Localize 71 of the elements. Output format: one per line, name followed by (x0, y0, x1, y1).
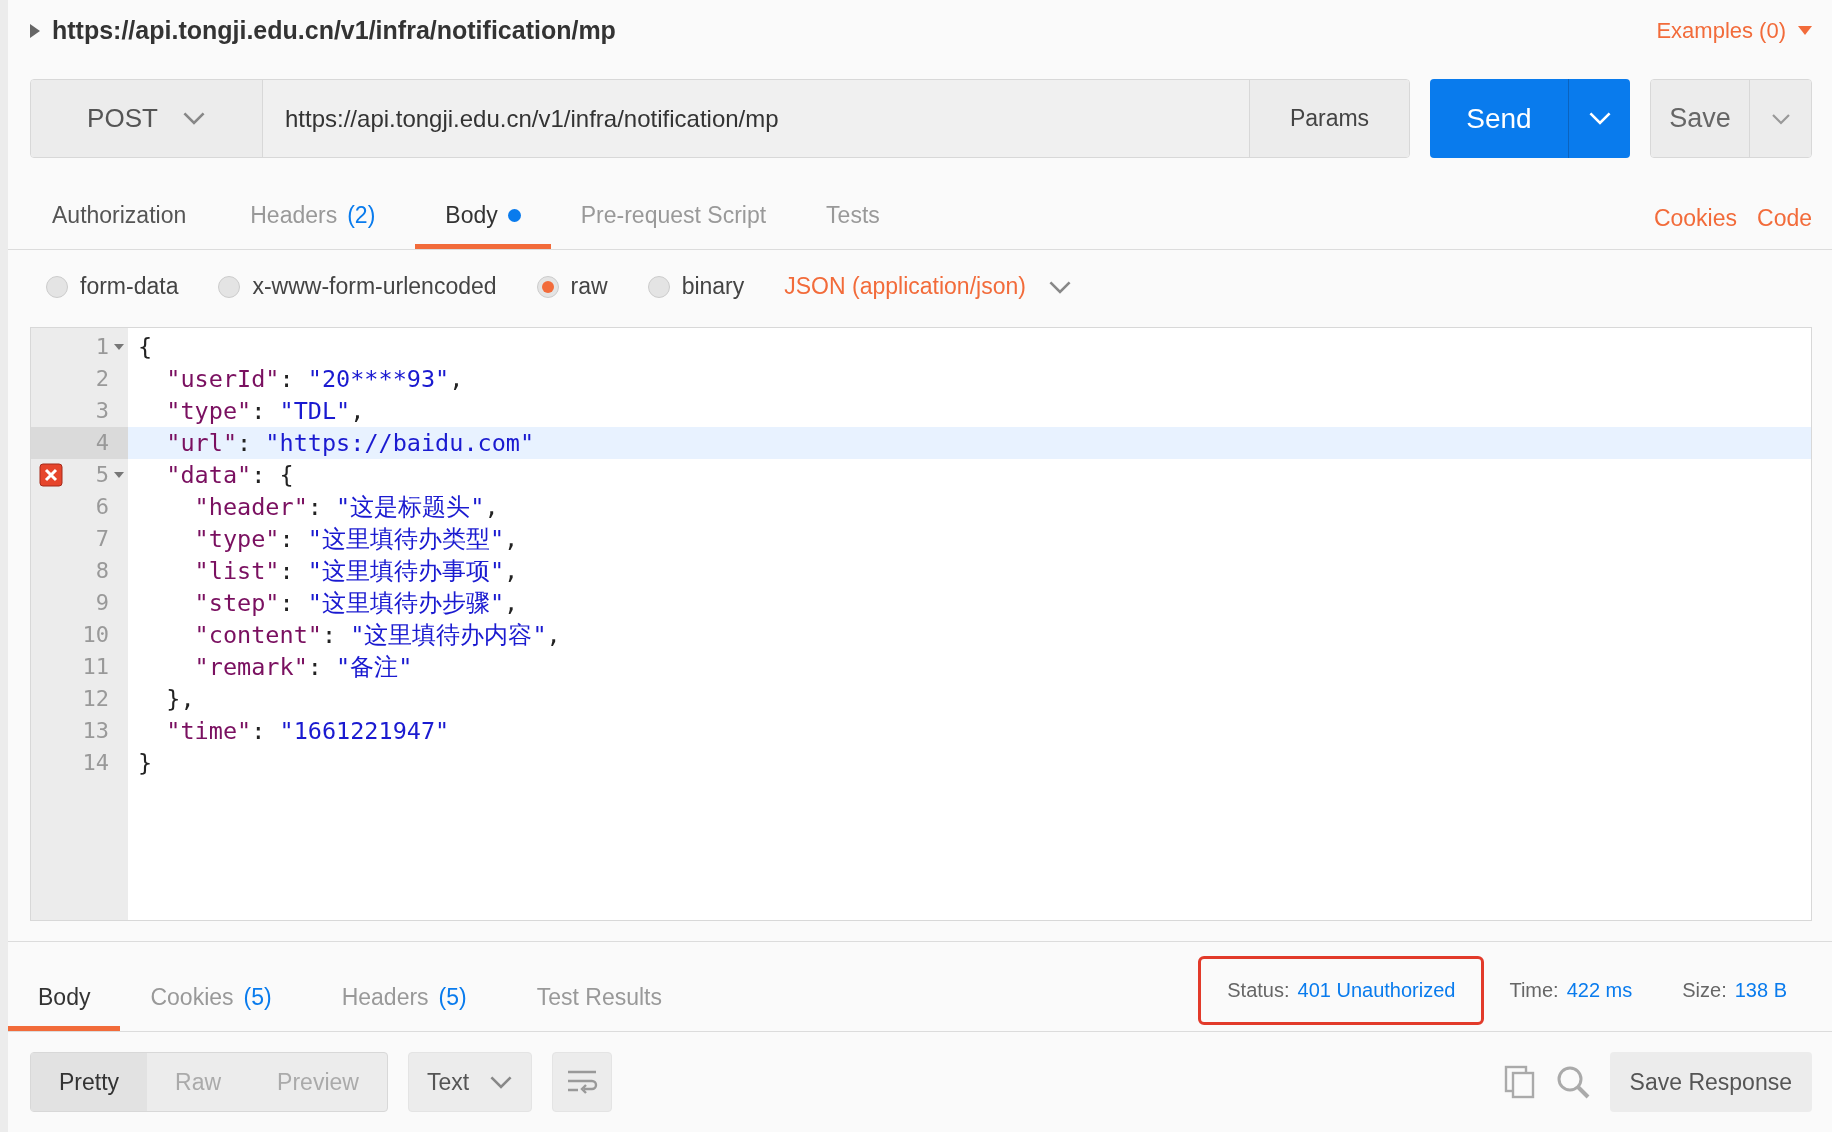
code-line: "type": "这里填待办类型", (193, 523, 520, 555)
examples-dropdown[interactable]: Examples (0) (1656, 17, 1812, 44)
code-line: "remark": "备注" (193, 651, 414, 683)
line-number: 1 (94, 334, 109, 360)
body-type-radio[interactable]: x-www-form-urlencoded (218, 273, 497, 301)
response-stat: Time: 422 ms (1508, 978, 1634, 1003)
response-stat: Size: 138 B (1681, 978, 1788, 1003)
chevron-down-icon (1587, 111, 1612, 126)
line-number: 8 (94, 558, 109, 584)
code-line: { (137, 331, 154, 363)
response-tab[interactable]: Cookies (5) (120, 969, 302, 1031)
radio-icon[interactable] (647, 275, 670, 298)
code-line: "userId": "20****93", (165, 363, 465, 395)
code-line: "step": "这里填待办步骤", (193, 587, 520, 619)
chevron-down-icon (489, 1074, 514, 1090)
radio-icon[interactable] (536, 275, 559, 298)
request-tab[interactable]: Authorization (22, 186, 217, 249)
save-response-button[interactable]: Save Response (1609, 1052, 1812, 1112)
chevron-down-icon (1770, 112, 1791, 125)
line-number: 9 (94, 590, 109, 616)
content-type-dropdown[interactable]: JSON (application/json) (784, 273, 1072, 301)
body-type-radio[interactable]: form-data (46, 273, 179, 301)
line-number: 10 (81, 622, 109, 648)
body-type-radio[interactable]: binary (647, 273, 745, 301)
line-number: 12 (81, 686, 109, 712)
line-number: 4 (94, 430, 109, 456)
radio-icon[interactable] (46, 275, 68, 298)
code-line: "list": "这里填待办事项", (193, 555, 520, 587)
header-link[interactable]: Code (1757, 204, 1812, 232)
request-title: https://api.tongji.edu.cn/v1/infra/notification/mp (52, 16, 617, 46)
code-line: "content": "这里填待办内容", (193, 619, 562, 651)
line-number: 11 (81, 654, 109, 680)
fold-caret-icon[interactable] (113, 343, 124, 350)
search-icon[interactable] (1555, 1065, 1590, 1099)
response-tab[interactable]: Headers (5) (311, 969, 497, 1031)
line-number: 14 (81, 750, 109, 776)
line-number: 7 (94, 526, 109, 552)
request-tab[interactable]: Body (415, 186, 551, 249)
line-number: 5 (94, 462, 109, 488)
code-line: } (137, 747, 154, 779)
response-tab[interactable]: Body (8, 969, 121, 1031)
line-number: 3 (94, 398, 109, 424)
wrap-lines-icon (566, 1069, 599, 1095)
body-type-radio[interactable]: raw (536, 273, 608, 301)
radio-icon[interactable] (218, 275, 241, 298)
line-number: 6 (94, 494, 109, 520)
format-dropdown[interactable]: Text (407, 1052, 533, 1112)
code-line: "data": { (165, 459, 295, 491)
request-tab[interactable]: Tests (796, 186, 910, 249)
caret-down-icon (1798, 26, 1812, 36)
wrap-lines-button[interactable] (552, 1052, 613, 1112)
response-tab[interactable]: Test Results (506, 969, 692, 1031)
code-line: "header": "这是标题头", (193, 491, 500, 523)
request-tab[interactable]: Headers (2) (220, 186, 406, 249)
copy-icon[interactable] (1503, 1065, 1536, 1099)
code-line: "time": "1661221947" (165, 715, 451, 747)
header-link[interactable]: Cookies (1653, 204, 1737, 232)
send-button[interactable]: Send (1430, 79, 1568, 159)
save-dropdown-button[interactable] (1749, 80, 1811, 158)
code-line: }, (165, 683, 196, 715)
view-mode-button[interactable]: Pretty (31, 1053, 148, 1111)
expand-triangle-icon[interactable] (30, 23, 40, 38)
request-tab[interactable]: Pre-request Script (550, 186, 797, 249)
code-line: "type": "TDL", (165, 395, 366, 427)
send-dropdown-button[interactable] (1568, 79, 1630, 159)
save-button[interactable]: Save (1651, 80, 1749, 158)
response-stat: Status: 401 Unauthorized (1198, 956, 1485, 1025)
chevron-down-icon (1047, 279, 1072, 295)
line-number: 2 (94, 366, 109, 392)
fold-caret-icon[interactable] (113, 471, 124, 478)
line-number: 13 (81, 718, 109, 744)
